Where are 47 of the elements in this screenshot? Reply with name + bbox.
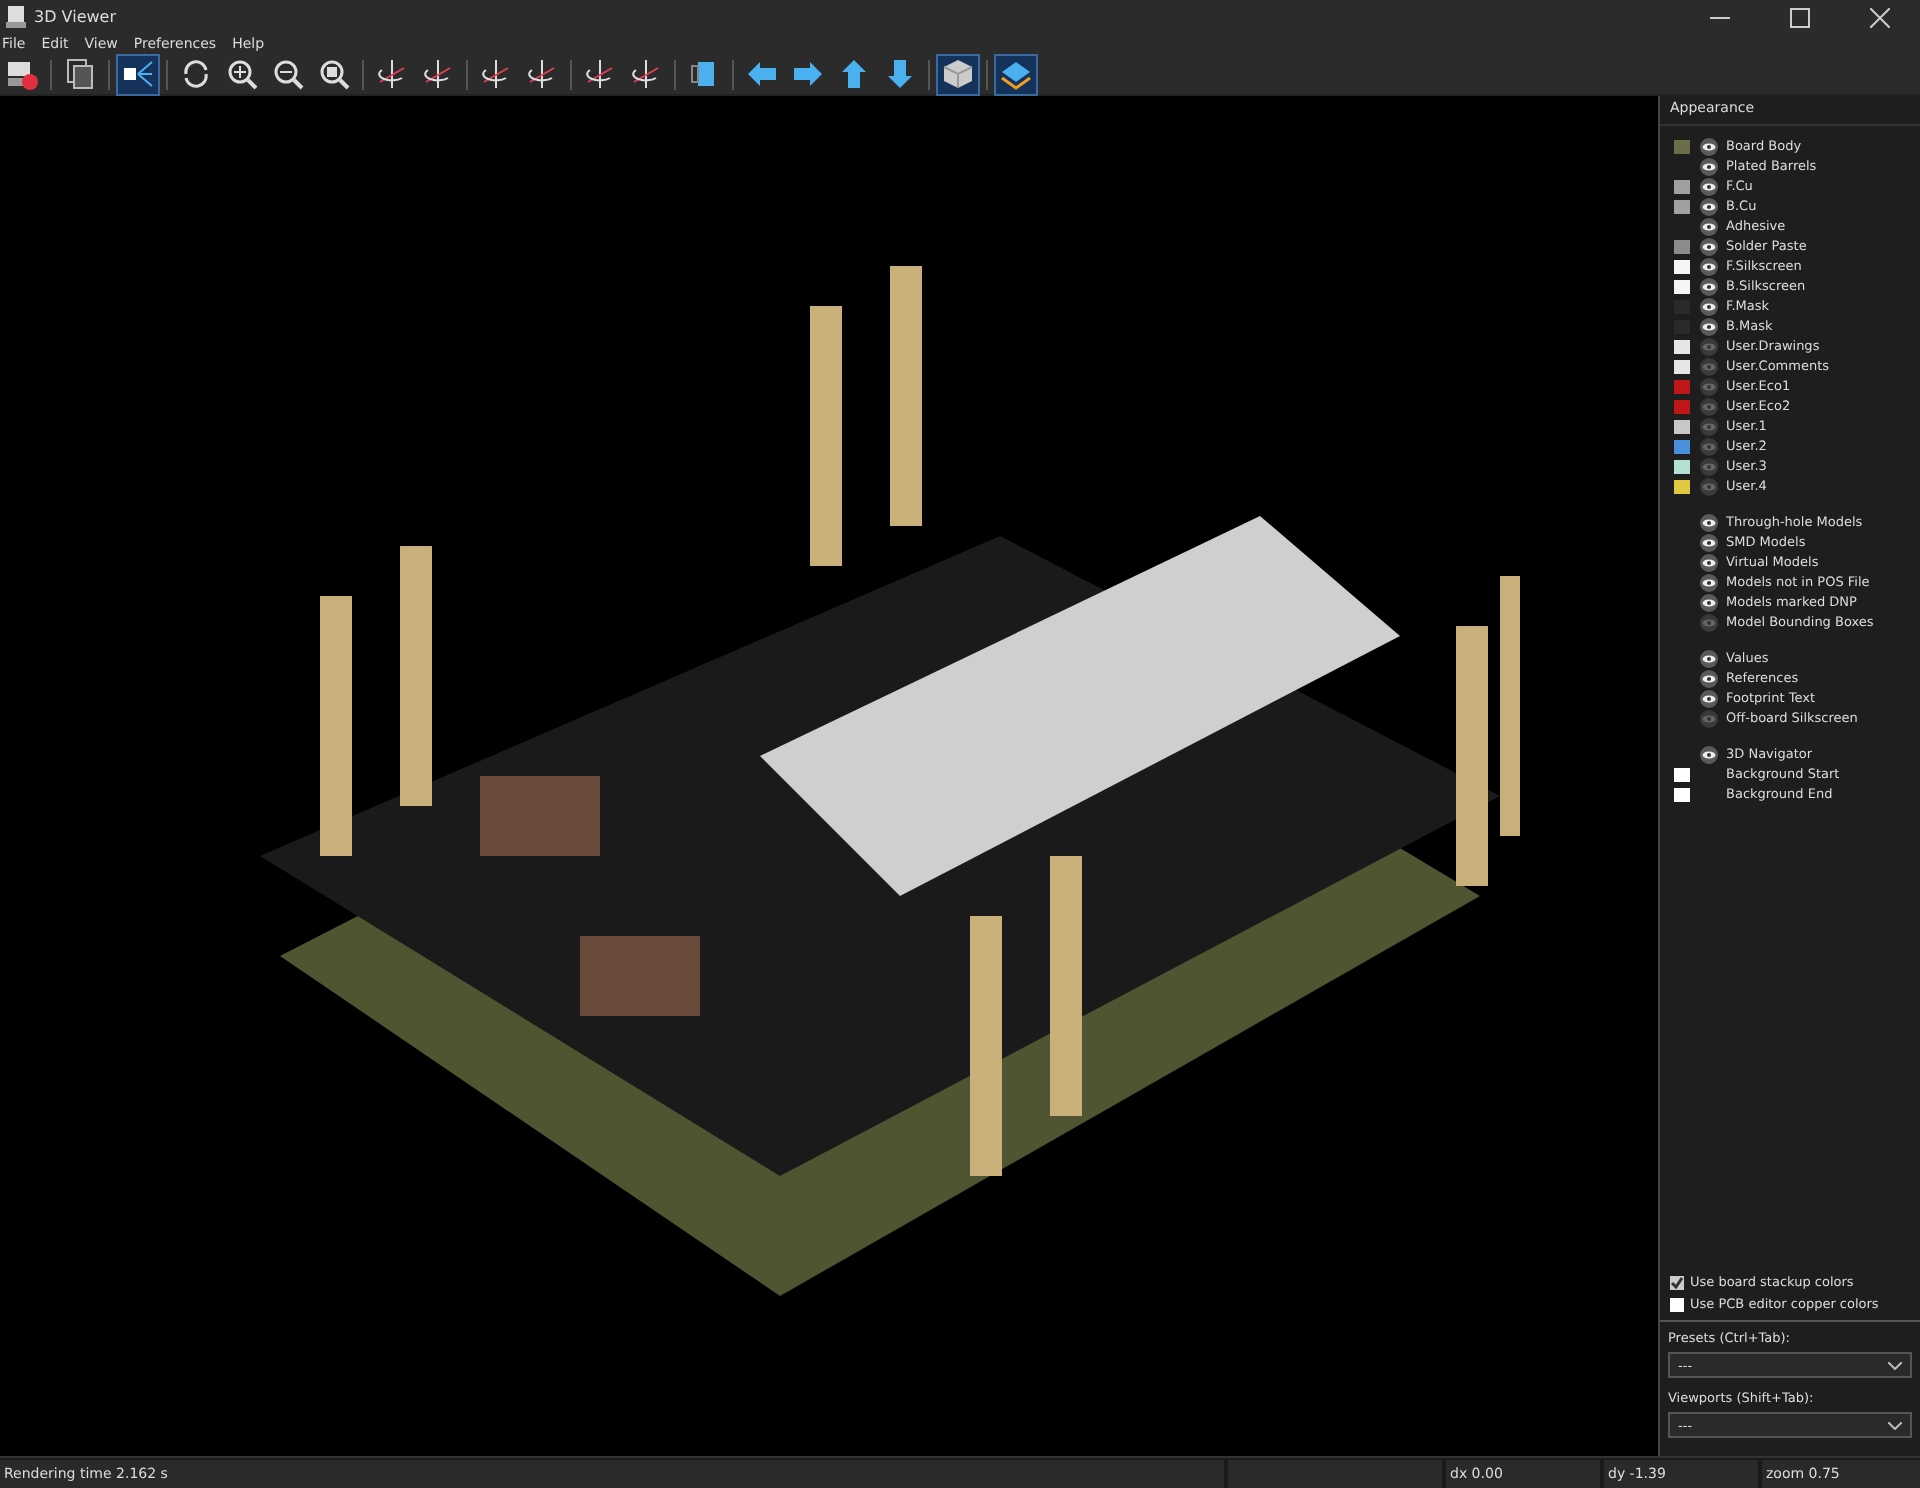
color-swatch[interactable] (1674, 259, 1690, 273)
app-icon (6, 6, 26, 28)
eye-icon[interactable] (1700, 533, 1718, 551)
eye-icon[interactable] (1700, 317, 1718, 335)
eye-icon[interactable] (1700, 157, 1718, 175)
chevron-icon (1888, 1421, 1902, 1429)
chevron-icon (1888, 1361, 1902, 1369)
color-swatch[interactable] (1674, 399, 1690, 413)
checkbox[interactable] (1670, 1297, 1684, 1311)
color-swatch[interactable] (1674, 787, 1690, 801)
eye-icon[interactable] (1700, 217, 1718, 235)
eye-icon[interactable] (1700, 237, 1718, 255)
eye-icon[interactable] (1700, 593, 1718, 611)
layers-tool[interactable] (996, 55, 1036, 93)
eye-icon[interactable] (1700, 197, 1718, 215)
eye-icon[interactable] (1700, 137, 1718, 155)
color-swatch[interactable] (1674, 439, 1690, 453)
color-swatch[interactable] (1674, 459, 1690, 473)
maximize-icon (1790, 7, 1810, 27)
raytrace-tool[interactable] (118, 55, 158, 93)
eye-icon[interactable] (1700, 513, 1718, 531)
eye-icon[interactable] (1700, 669, 1718, 687)
color-swatch[interactable] (1674, 767, 1690, 781)
window-title: 3D Viewer (34, 8, 116, 26)
eye-icon[interactable] (1700, 177, 1718, 195)
pcb-render-view[interactable] (0, 96, 1658, 1456)
eye-icon[interactable] (1700, 573, 1718, 591)
color-swatch[interactable] (1674, 419, 1690, 433)
color-swatch[interactable] (1674, 239, 1690, 253)
color-swatch[interactable] (1674, 179, 1690, 193)
close-icon (1870, 7, 1890, 27)
eye-icon[interactable] (1700, 553, 1718, 571)
eye-icon[interactable] (1700, 297, 1718, 315)
color-swatch[interactable] (1674, 199, 1690, 213)
color-swatch[interactable] (1674, 139, 1690, 153)
cube-tool[interactable] (938, 55, 978, 93)
color-swatch[interactable] (1674, 339, 1690, 353)
color-swatch[interactable] (1674, 279, 1690, 293)
checkbox[interactable] (1670, 1275, 1684, 1289)
color-swatch[interactable] (1674, 379, 1690, 393)
eye-icon[interactable] (1700, 689, 1718, 707)
eye-icon[interactable] (1700, 277, 1718, 295)
color-swatch[interactable] (1674, 479, 1690, 493)
color-swatch[interactable] (1674, 359, 1690, 373)
eye-icon[interactable] (1700, 257, 1718, 275)
eye-icon[interactable] (1700, 745, 1718, 763)
eye-icon[interactable] (1700, 649, 1718, 667)
